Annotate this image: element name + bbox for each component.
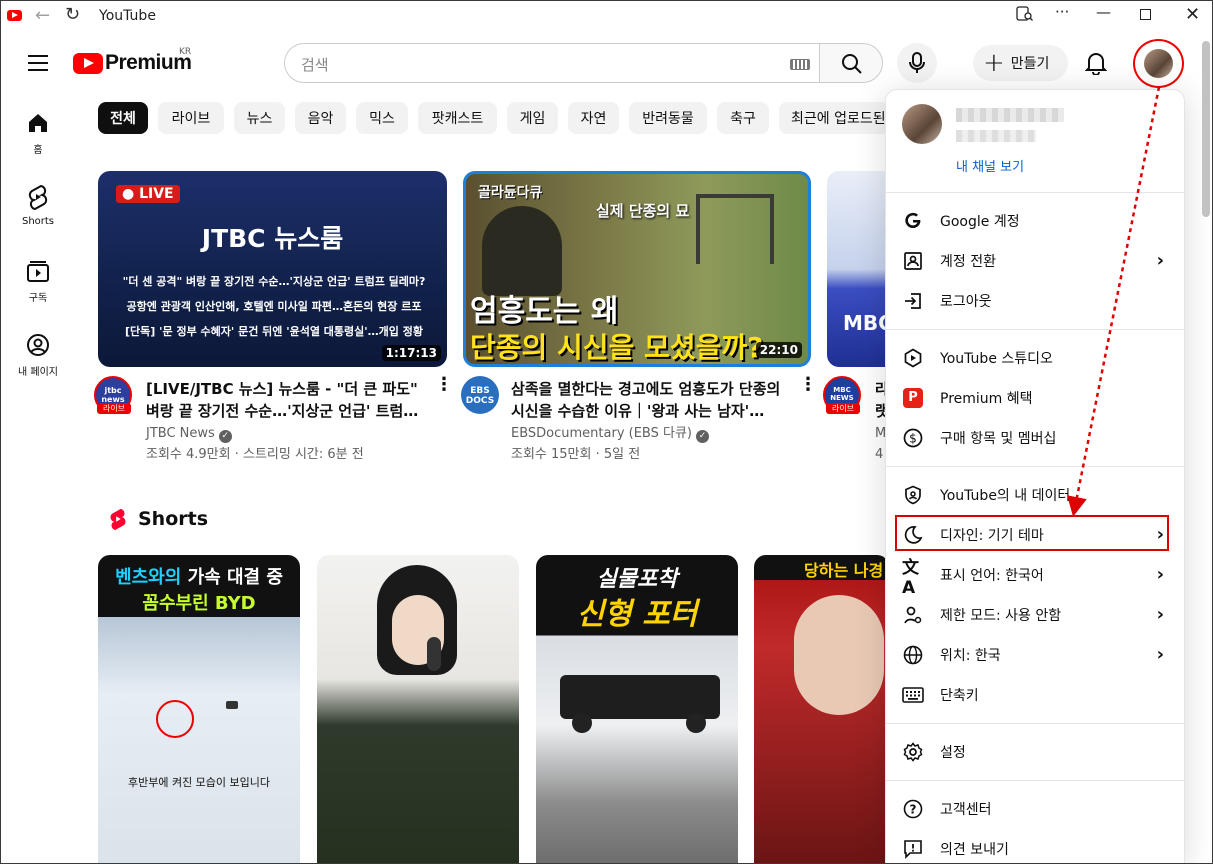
app-window: ← ↻ YouTube ··· — ✕ Premium KR 검색 + 만들기 … xyxy=(0,0,1213,864)
scrollbar-thumb[interactable] xyxy=(1202,41,1210,217)
annotation-arrow xyxy=(1067,86,1161,517)
